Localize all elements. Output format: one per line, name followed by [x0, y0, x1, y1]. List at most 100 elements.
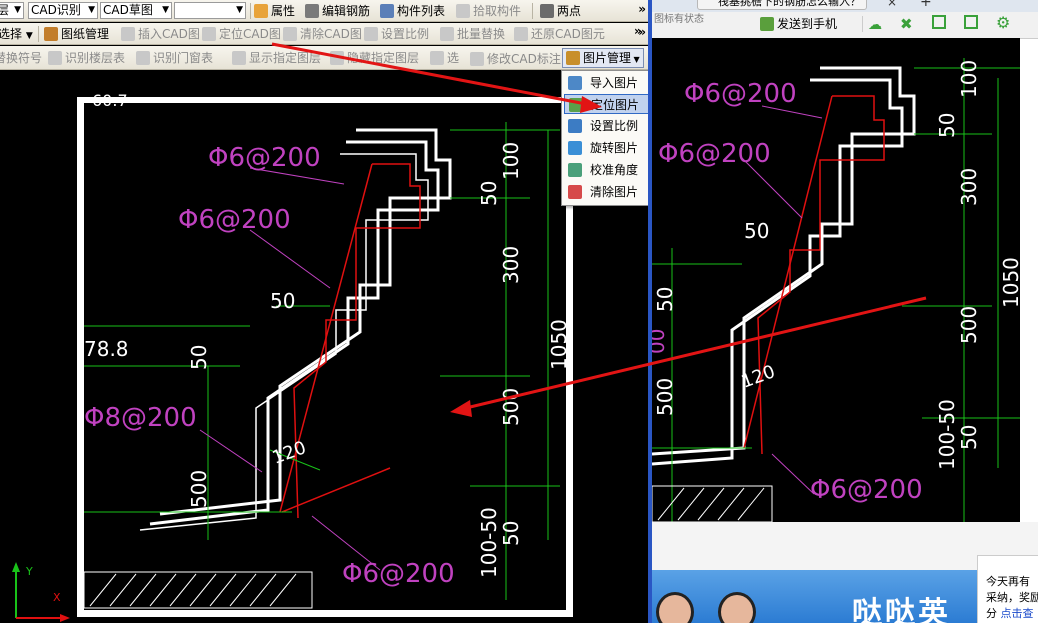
menu-item-label: 导入图片 [590, 76, 639, 90]
recognize-floor-table-button[interactable]: 识别楼层表 [48, 50, 125, 66]
rebar-label: Φ6@200 [208, 143, 321, 173]
pick-icon [456, 4, 470, 18]
component-combo[interactable]: ▼ [174, 2, 246, 19]
clear-cad-label: 清除CAD图 [300, 27, 362, 41]
rebar-label: Φ8@200 [84, 403, 197, 433]
select-button[interactable]: 选择 ▼ [0, 26, 33, 42]
dimension-label: 100 [499, 142, 523, 180]
batch-replace-label: 批量替换 [457, 27, 506, 41]
recognize-door-window-label: 识别门窗表 [153, 51, 214, 65]
new-tab-icon[interactable]: + [920, 0, 932, 10]
component-list-button[interactable]: 构件列表 [380, 3, 445, 19]
properties-button[interactable]: 属性 [254, 3, 295, 19]
locate-cad-label: 定位CAD图 [219, 27, 281, 41]
show-layer-button[interactable]: 显示指定图层 [232, 50, 321, 66]
x-axis-label: X [53, 591, 61, 604]
ad-banner[interactable]: 哒哒英 [652, 570, 978, 623]
toolbar-overflow-icon[interactable]: » [638, 2, 646, 16]
recognize-door-window-button[interactable]: 识别门窗表 [136, 50, 213, 66]
restore-icon [514, 27, 528, 41]
batch-replace-button[interactable]: 批量替换 [440, 26, 505, 42]
expand-icon[interactable]: ✖ [900, 15, 913, 33]
properties-icon [254, 4, 268, 18]
save-icon[interactable] [932, 15, 946, 29]
dimension-label: 50 [187, 345, 211, 370]
popup-line: 采纳，奖励 [986, 591, 1038, 604]
browser-tab[interactable]: 筏基挑檐下的钢筋怎么输入？ [697, 0, 867, 10]
hide-layer-button[interactable]: 隐藏指定图层 [330, 50, 419, 66]
browser-window: 筏基挑檐下的钢筋怎么输入？ × + 图标有状态 发送到手机 ☁ ✖ ⚙ Φ6@2… [652, 0, 1038, 623]
select-tool-button[interactable]: 选 [430, 50, 459, 66]
show-layer-label: 显示指定图层 [249, 51, 322, 65]
share-icon[interactable] [964, 15, 978, 29]
insert-cad-button[interactable]: 插入CAD图 [121, 26, 200, 42]
send-to-phone-label: 发送到手机 [777, 17, 838, 31]
rebar-label: Φ6@200 [684, 79, 797, 109]
clear-cad-button[interactable]: 清除CAD图 [283, 26, 362, 42]
cad-sketch-combo[interactable]: CAD草图 ▼ [100, 2, 172, 19]
cad-canvas[interactable]: Y X 60.7 Φ6@200 Φ6@200 Φ8@200 Φ6@200 78.… [0, 70, 650, 623]
rotate-image-icon [568, 141, 582, 155]
image-management-button[interactable]: 图片管理 ▼ [562, 48, 644, 68]
layer-combo-value: 层 [0, 3, 10, 17]
phone-icon [760, 17, 774, 31]
drawing-management-button[interactable]: 图纸管理 [44, 26, 109, 42]
menu-item-label: 设置比例 [590, 119, 639, 133]
two-points-icon [540, 4, 554, 18]
set-scale-button[interactable]: 设置比例 [364, 26, 429, 42]
dimension-label: 50 [957, 425, 981, 450]
dimension-label: 500 [187, 470, 211, 508]
clear-icon [283, 27, 297, 41]
select-label: 选择 [0, 27, 23, 41]
dimension-label: 50 [270, 289, 295, 313]
close-icon[interactable]: × [887, 0, 897, 9]
reward-popup: 今天再有 采纳，奖励 分 点击查 [977, 555, 1038, 623]
insert-cad-label: 插入CAD图 [138, 27, 200, 41]
dimension-label: 500 [499, 388, 523, 426]
popup-line: 今天再有 [986, 575, 1030, 588]
banner-text: 哒哒英 [852, 596, 951, 623]
scale-icon [364, 27, 378, 41]
dimension-label: 100-50 [935, 399, 959, 470]
set-scale-label: 设置比例 [381, 27, 430, 41]
locate-image-icon [569, 98, 583, 112]
toolbar-row-2: 选择 ▼ 图纸管理 插入CAD图 定位CAD图 清除CAD图 设置比例 批量替换… [0, 23, 650, 45]
dimension-label: 100 [957, 60, 981, 98]
popup-link[interactable]: 点击查 [1001, 607, 1034, 620]
pick-component-button[interactable]: 拾取构件 [456, 3, 521, 19]
pick-component-label: 拾取构件 [473, 4, 522, 18]
cloud-icon[interactable]: ☁ [868, 17, 882, 33]
restore-cad-label: 还原CAD图元 [531, 27, 605, 41]
two-points-button[interactable]: 两点 [540, 3, 581, 19]
component-list-icon [380, 4, 394, 18]
settings-gear-icon[interactable]: ⚙ [996, 13, 1010, 32]
select-tool-label: 选 [447, 51, 460, 65]
image-icon [566, 51, 580, 65]
properties-label: 属性 [271, 4, 296, 18]
menu-item-label: 清除图片 [590, 185, 639, 199]
send-to-phone-button[interactable]: 发送到手机 [760, 14, 860, 34]
swap-symbol-button[interactable]: 替换符号 [0, 50, 42, 66]
toolbar-divider [250, 3, 251, 19]
dimension-label: 300 [957, 168, 981, 206]
menu-item-label: 旋转图片 [590, 141, 639, 155]
person-avatar [718, 592, 756, 623]
cad-recognize-combo[interactable]: CAD识别 ▼ [28, 2, 98, 19]
chevron-down-icon: ▼ [88, 5, 95, 15]
locate-cad-button[interactable]: 定位CAD图 [202, 26, 281, 42]
edit-rebar-label: 编辑钢筋 [322, 4, 371, 18]
insert-icon [121, 27, 135, 41]
show-layer-icon [232, 51, 246, 65]
restore-cad-button[interactable]: 还原CAD图元 [514, 26, 605, 42]
component-list-label: 构件列表 [397, 4, 446, 18]
dimension-label: 50 [477, 181, 501, 206]
toolbar-overflow-icon[interactable]: » [634, 24, 642, 38]
select-tool-icon [430, 51, 444, 65]
modify-cad-dim-button[interactable]: 修改CAD标注 [466, 48, 562, 68]
rebar-label: Φ6@200 [178, 205, 291, 235]
layer-combo[interactable]: 层 ▼ [0, 2, 24, 19]
y-axis-label: Y [25, 565, 33, 578]
edit-rebar-button[interactable]: 编辑钢筋 [305, 3, 370, 19]
drawing-management-label: 图纸管理 [61, 27, 110, 41]
chevron-down-icon: ▼ [631, 55, 640, 64]
